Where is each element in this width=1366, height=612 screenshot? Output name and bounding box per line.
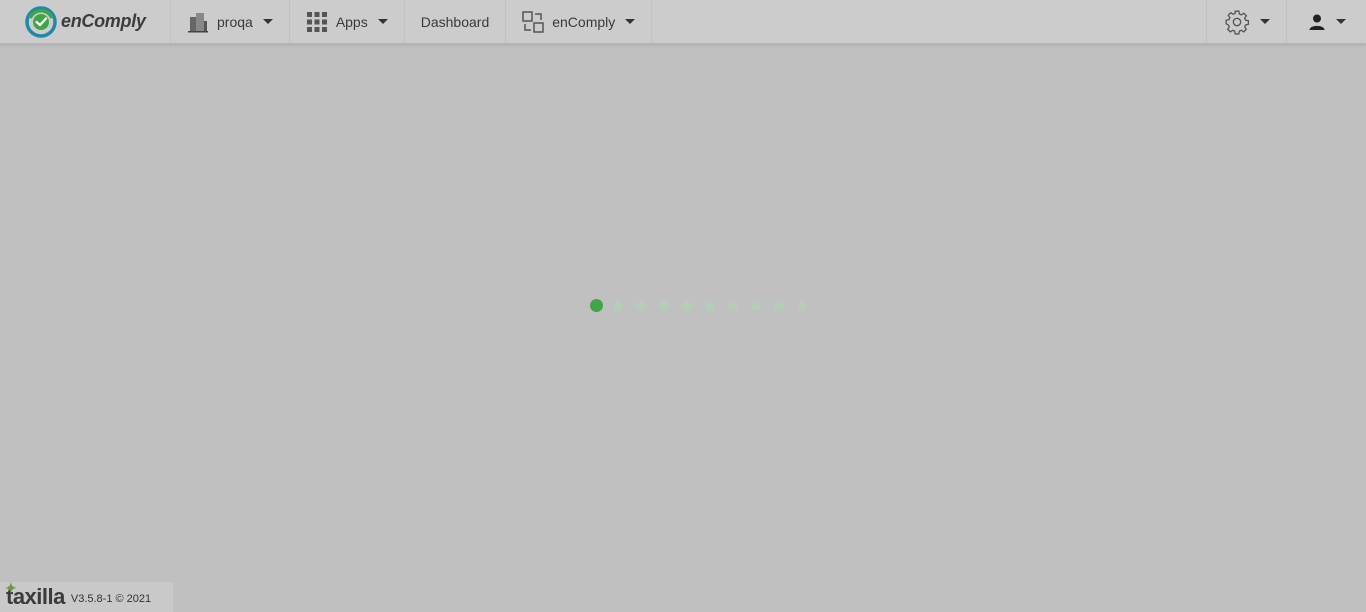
loading-indicator: [590, 299, 810, 312]
grid-icon: [306, 11, 327, 32]
chevron-down-icon: [377, 19, 388, 24]
loading-dot: [681, 300, 692, 311]
brand-logo[interactable]: enComply: [0, 0, 171, 43]
loading-dot: [704, 300, 715, 311]
loading-dot-active: [590, 299, 603, 312]
encomply-logo-icon: [25, 5, 57, 38]
loading-dot: [727, 300, 738, 311]
module-switcher[interactable]: enComply: [506, 0, 653, 43]
chevron-down-icon: [1335, 19, 1346, 24]
brand-name: enComply: [61, 11, 146, 31]
apps-menu[interactable]: Apps: [290, 0, 405, 43]
version-text: V3.5.8-1 © 2021: [70, 593, 152, 605]
apps-label: Apps: [335, 13, 368, 30]
chevron-down-icon: [625, 19, 636, 24]
leaf-icon: ✦: [5, 580, 17, 596]
dashboard-link[interactable]: Dashboard: [405, 0, 507, 43]
loading-dot: [750, 300, 761, 311]
footer-branding: ✦ taxilla V3.5.8-1 © 2021: [0, 580, 173, 612]
module-label: enComply: [552, 13, 616, 30]
loading-dot: [635, 300, 646, 311]
chevron-down-icon: [262, 19, 273, 24]
org-label: proqa: [217, 13, 253, 30]
navbar-spacer: [652, 0, 1206, 43]
switch-app-icon: [522, 10, 544, 33]
user-icon: [1309, 14, 1324, 30]
dashboard-label: Dashboard: [420, 13, 490, 30]
loading-dot: [773, 300, 784, 311]
user-menu[interactable]: [1286, 0, 1366, 43]
org-selector[interactable]: proqa: [171, 0, 290, 43]
gear-icon: [1225, 10, 1249, 35]
loading-dot: [658, 300, 669, 311]
building-icon: [188, 12, 208, 32]
loading-dot: [612, 300, 623, 311]
taxilla-logo: ✦ taxilla: [5, 580, 65, 610]
chevron-down-icon: [1259, 19, 1270, 24]
loading-dot: [796, 300, 807, 311]
top-navbar: enComply proqa Apps Dashboard enComply: [0, 0, 1366, 44]
settings-menu[interactable]: [1206, 0, 1286, 43]
